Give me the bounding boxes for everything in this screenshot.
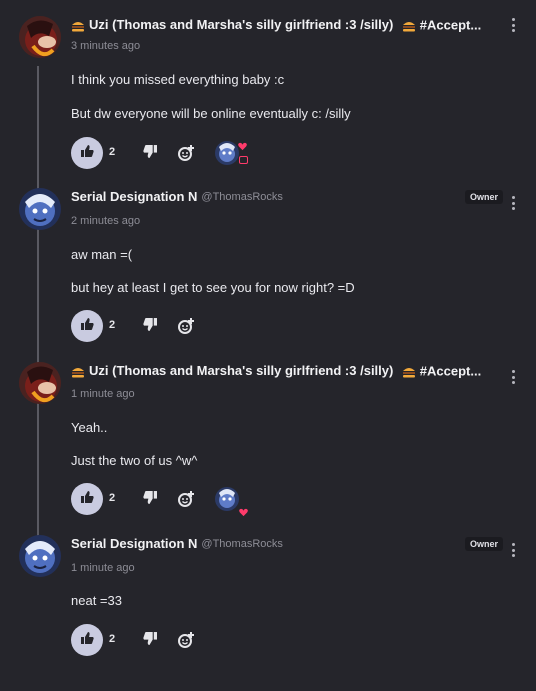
- timestamp: 1 minute ago: [71, 562, 135, 574]
- kebab-menu-icon[interactable]: [510, 18, 516, 32]
- message-line: aw man =(: [71, 247, 133, 262]
- hamburger-emoji-icon: [71, 365, 85, 378]
- author-tag: #Accept...: [419, 363, 482, 379]
- avatar-uzi[interactable]: [19, 16, 61, 58]
- like-button[interactable]: [71, 624, 103, 656]
- like-button[interactable]: [71, 137, 103, 169]
- status-square-icon: [239, 156, 248, 164]
- thumbs-down-icon[interactable]: [143, 491, 159, 507]
- like-count: 2: [109, 319, 116, 331]
- timestamp: 2 minutes ago: [71, 215, 141, 227]
- heart-icon: [238, 138, 248, 151]
- add-reaction-icon[interactable]: [177, 317, 195, 335]
- author-name[interactable]: Serial Designation N: [71, 536, 197, 551]
- thumbs-up-icon: [80, 490, 94, 508]
- thumbs-up-icon: [80, 144, 94, 162]
- message-line: Just the two of us ^w^: [71, 453, 198, 468]
- like-count: 2: [109, 146, 116, 158]
- owner-badge: Owner: [464, 537, 503, 551]
- thumbs-up-icon: [80, 631, 94, 649]
- timestamp: 3 minutes ago: [71, 40, 141, 52]
- message-line: but hey at least I get to see you for no…: [71, 280, 355, 295]
- message-line: neat =33: [71, 593, 122, 608]
- like-button[interactable]: [71, 310, 103, 342]
- add-reaction-icon[interactable]: [177, 490, 195, 508]
- thumbs-up-icon: [80, 317, 94, 335]
- timestamp: 1 minute ago: [71, 388, 135, 400]
- message-line: I think you missed everything baby :c: [71, 72, 285, 87]
- author-handle[interactable]: @ThomasRocks: [201, 191, 282, 203]
- avatar-serial-designation-n[interactable]: [19, 188, 61, 230]
- action-bar: 2: [71, 310, 261, 342]
- action-bar: 2: [71, 483, 261, 517]
- message-line: Yeah..: [71, 420, 108, 435]
- author-name[interactable]: Serial Designation N: [71, 189, 197, 204]
- author-handle[interactable]: @ThomasRocks: [201, 538, 282, 550]
- kebab-menu-icon[interactable]: [510, 543, 516, 557]
- thumbs-down-icon[interactable]: [143, 145, 159, 161]
- hamburger-emoji-icon: [402, 365, 416, 378]
- post-header: Uzi (Thomas and Marsha's silly girlfrien…: [71, 16, 536, 38]
- author-name[interactable]: Uzi (Thomas and Marsha's silly girlfrien…: [89, 17, 393, 32]
- action-bar: 2: [71, 137, 261, 169]
- kebab-menu-icon[interactable]: [510, 196, 516, 210]
- thumbs-down-icon[interactable]: [143, 318, 159, 334]
- hamburger-emoji-icon: [402, 19, 416, 32]
- add-reaction-icon[interactable]: [177, 144, 195, 162]
- like-count: 2: [109, 633, 116, 645]
- author-tag: #Accept...: [419, 17, 482, 33]
- hamburger-emoji-icon: [71, 19, 85, 32]
- heart-icon: [239, 504, 249, 517]
- reactor-avatar[interactable]: [215, 487, 239, 511]
- avatar-serial-designation-n[interactable]: [19, 535, 61, 577]
- post-header: Uzi (Thomas and Marsha's silly girlfrien…: [71, 362, 536, 384]
- message-line: But dw everyone will be online eventuall…: [71, 106, 351, 121]
- author-name[interactable]: Uzi (Thomas and Marsha's silly girlfrien…: [89, 363, 393, 378]
- like-button[interactable]: [71, 483, 103, 515]
- thumbs-down-icon[interactable]: [143, 632, 159, 648]
- add-reaction-icon[interactable]: [177, 631, 195, 649]
- like-count: 2: [109, 492, 116, 504]
- owner-badge: Owner: [464, 190, 503, 204]
- avatar-uzi[interactable]: [19, 362, 61, 404]
- reactor-avatar[interactable]: [215, 141, 239, 165]
- kebab-menu-icon[interactable]: [510, 370, 516, 384]
- thread-line: [37, 66, 39, 542]
- action-bar: 2: [71, 624, 261, 656]
